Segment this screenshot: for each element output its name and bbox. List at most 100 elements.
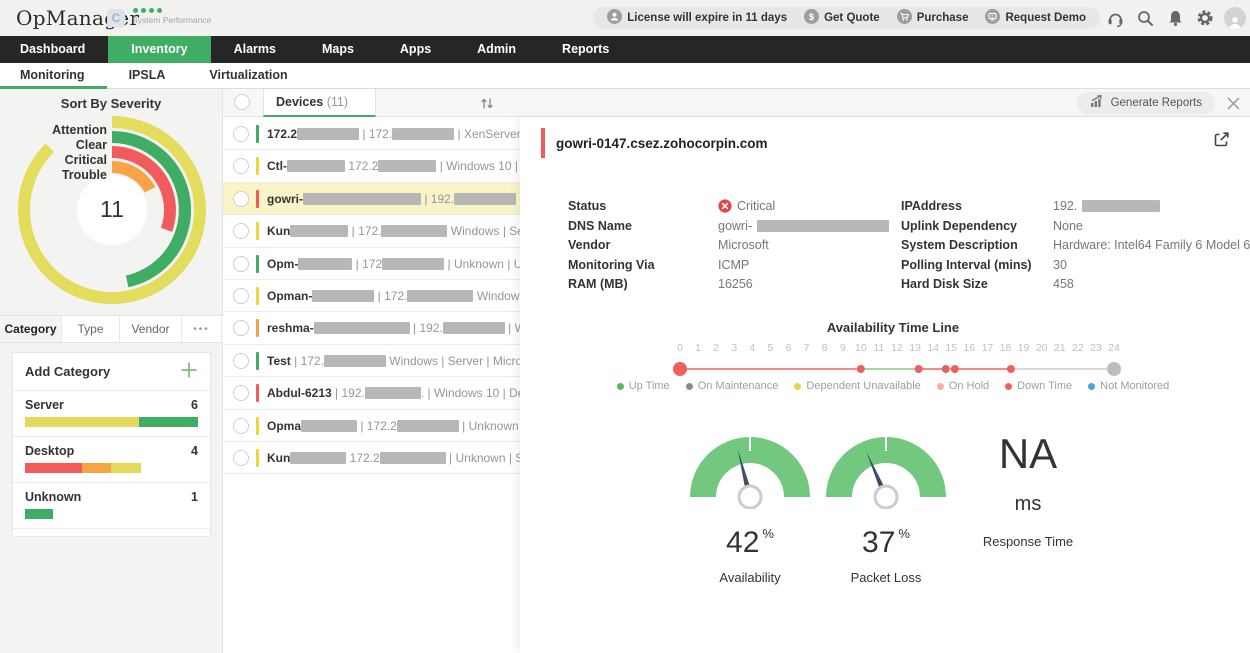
- device-row-2[interactable]: Ctl- 172.2 | Windows 10 | Desktop | Micr: [223, 150, 520, 182]
- timeline-marker[interactable]: [1107, 362, 1121, 376]
- severity-label-critical[interactable]: Critical: [65, 153, 107, 167]
- headset-icon[interactable]: [1100, 9, 1130, 28]
- device-checkbox[interactable]: [233, 418, 249, 434]
- device-info: | XenServer | Server | Citrix: [454, 127, 520, 141]
- plus-icon[interactable]: [180, 361, 198, 382]
- generate-reports-button[interactable]: Generate Reports: [1077, 92, 1215, 114]
- close-icon[interactable]: [1226, 96, 1241, 116]
- category-row-server[interactable]: Server6: [13, 390, 210, 436]
- category-label: Unknown: [25, 490, 81, 504]
- redacted-text: [443, 322, 505, 334]
- redacted-text: [290, 452, 346, 464]
- bar-segment: [82, 463, 111, 473]
- subnav-item-virtualization[interactable]: Virtualization: [187, 63, 309, 88]
- timeline-title: Availability Time Line: [520, 320, 1250, 335]
- gauge-unit: %: [762, 526, 774, 541]
- severity-title: Sort By Severity: [0, 96, 222, 111]
- timeline-tick: 16: [963, 342, 975, 354]
- redacted-text: [382, 258, 444, 270]
- device-row-1[interactable]: 172.2 | 172. | XenServer | Server | Citr…: [223, 118, 520, 150]
- device-row-11[interactable]: Kun 172.2 | Unknown | Server | Unknow: [223, 442, 520, 474]
- nav-item-alarms[interactable]: Alarms: [211, 36, 299, 63]
- device-info: | 172.: [359, 127, 392, 141]
- category-tabs-more[interactable]: •••: [182, 316, 222, 342]
- device-row-4[interactable]: Kun | 172. Windows | Server | Micros: [223, 215, 520, 247]
- external-link-icon[interactable]: [1213, 131, 1230, 153]
- sort-icon[interactable]: [479, 96, 495, 116]
- redacted-text: [1082, 200, 1160, 212]
- severity-label-clear[interactable]: Clear: [76, 138, 107, 152]
- device-row-10[interactable]: Opma | 172.2 | Unknown | Server | Unkn: [223, 410, 520, 442]
- timeline-marker[interactable]: [857, 365, 865, 373]
- device-checkbox[interactable]: [233, 385, 249, 401]
- field-label-left-0: Status: [568, 199, 606, 213]
- device-info: | Unknown | Unknown | U: [444, 257, 520, 271]
- timeline-tick: 20: [1036, 342, 1048, 354]
- license-icon: [607, 9, 622, 27]
- category-tab-category[interactable]: Category: [0, 316, 62, 342]
- devices-tab[interactable]: Devices (11): [263, 89, 376, 117]
- device-name: reshma-: [267, 321, 314, 335]
- nav-item-maps[interactable]: Maps: [299, 36, 377, 63]
- redacted-text: [454, 193, 516, 205]
- timeline-tick: 5: [767, 342, 773, 354]
- timeline-marker[interactable]: [673, 362, 687, 376]
- device-checkbox[interactable]: [233, 450, 249, 466]
- device-row-9[interactable]: Abdul-6213 | 192.. | Windows 10 | Deskto…: [223, 377, 520, 409]
- device-checkbox[interactable]: [233, 256, 249, 272]
- subnav-item-monitoring[interactable]: Monitoring: [0, 63, 107, 88]
- device-info: | 172.: [348, 224, 381, 238]
- sub-nav: MonitoringIPSLAVirtualization: [0, 63, 1250, 89]
- gear-icon[interactable]: [1190, 8, 1220, 28]
- category-tab-vendor[interactable]: Vendor: [120, 316, 182, 342]
- nav-item-admin[interactable]: Admin: [454, 36, 539, 63]
- timeline-marker[interactable]: [1007, 365, 1015, 373]
- subnav-item-ipsla[interactable]: IPSLA: [107, 63, 188, 88]
- device-checkbox[interactable]: [233, 223, 249, 239]
- severity-label-trouble[interactable]: Trouble: [62, 168, 107, 182]
- category-row-unknown[interactable]: Unknown1: [13, 482, 210, 528]
- device-info: Windows | Server | Micros: [447, 224, 520, 238]
- field-text: None: [1053, 219, 1083, 233]
- bell-icon[interactable]: [1160, 9, 1190, 28]
- device-checkbox[interactable]: [233, 158, 249, 174]
- search-icon[interactable]: [1130, 9, 1160, 28]
- device-checkbox[interactable]: [233, 353, 249, 369]
- device-info: . | Windows 10 | Desktop | Micr: [421, 386, 520, 400]
- gauge-caption: Packet Loss: [801, 570, 971, 585]
- nav-item-apps[interactable]: Apps: [377, 36, 454, 63]
- license-pill-item-get-quote[interactable]: $Get Quote: [804, 9, 880, 27]
- category-tab-type[interactable]: Type: [62, 316, 120, 342]
- add-category-row[interactable]: Add Category: [13, 353, 210, 390]
- nav-item-dashboard[interactable]: Dashboard: [0, 36, 108, 63]
- severity-strip: [256, 222, 259, 240]
- device-checkbox[interactable]: [233, 320, 249, 336]
- device-checkbox[interactable]: [233, 126, 249, 142]
- timeline-marker[interactable]: [951, 365, 959, 373]
- user-avatar[interactable]: [1220, 7, 1250, 29]
- device-row-5[interactable]: Opm- | 172 | Unknown | Unknown | U: [223, 248, 520, 280]
- device-checkbox[interactable]: [233, 288, 249, 304]
- legend-dot: [686, 383, 693, 390]
- legend-up-time: Up Time: [617, 380, 670, 392]
- device-info: | Wind: [505, 321, 520, 335]
- license-pill-item-license-will-expire-in-11-days[interactable]: License will expire in 11 days: [607, 9, 787, 27]
- device-row-3[interactable]: gowri- | 192. | Windo: [223, 183, 520, 215]
- select-all-checkbox[interactable]: [234, 94, 250, 110]
- quote-icon: $: [804, 9, 819, 27]
- category-row-desktop[interactable]: Desktop4: [13, 436, 210, 482]
- license-pill-item-purchase[interactable]: Purchase: [897, 9, 969, 27]
- timeline-marker[interactable]: [915, 365, 923, 373]
- legend-dot: [1005, 383, 1012, 390]
- nav-item-reports[interactable]: Reports: [539, 36, 632, 63]
- license-pill-item-request-demo[interactable]: Request Demo: [985, 9, 1086, 27]
- device-row-6[interactable]: Opman- | 172. Windows 2012 R2: [223, 280, 520, 312]
- device-row-8[interactable]: Test | 172. Windows | Server | Microsoft…: [223, 345, 520, 377]
- device-checkbox[interactable]: [233, 191, 249, 207]
- severity-label-attention[interactable]: Attention: [52, 123, 107, 137]
- app-header: OpManager C System Performance License w…: [0, 0, 1250, 36]
- nav-item-inventory[interactable]: Inventory: [108, 36, 210, 63]
- device-row-7[interactable]: reshma- | 192. | Wind: [223, 312, 520, 344]
- bar-segment: [111, 463, 140, 473]
- timeline-marker[interactable]: [942, 365, 950, 373]
